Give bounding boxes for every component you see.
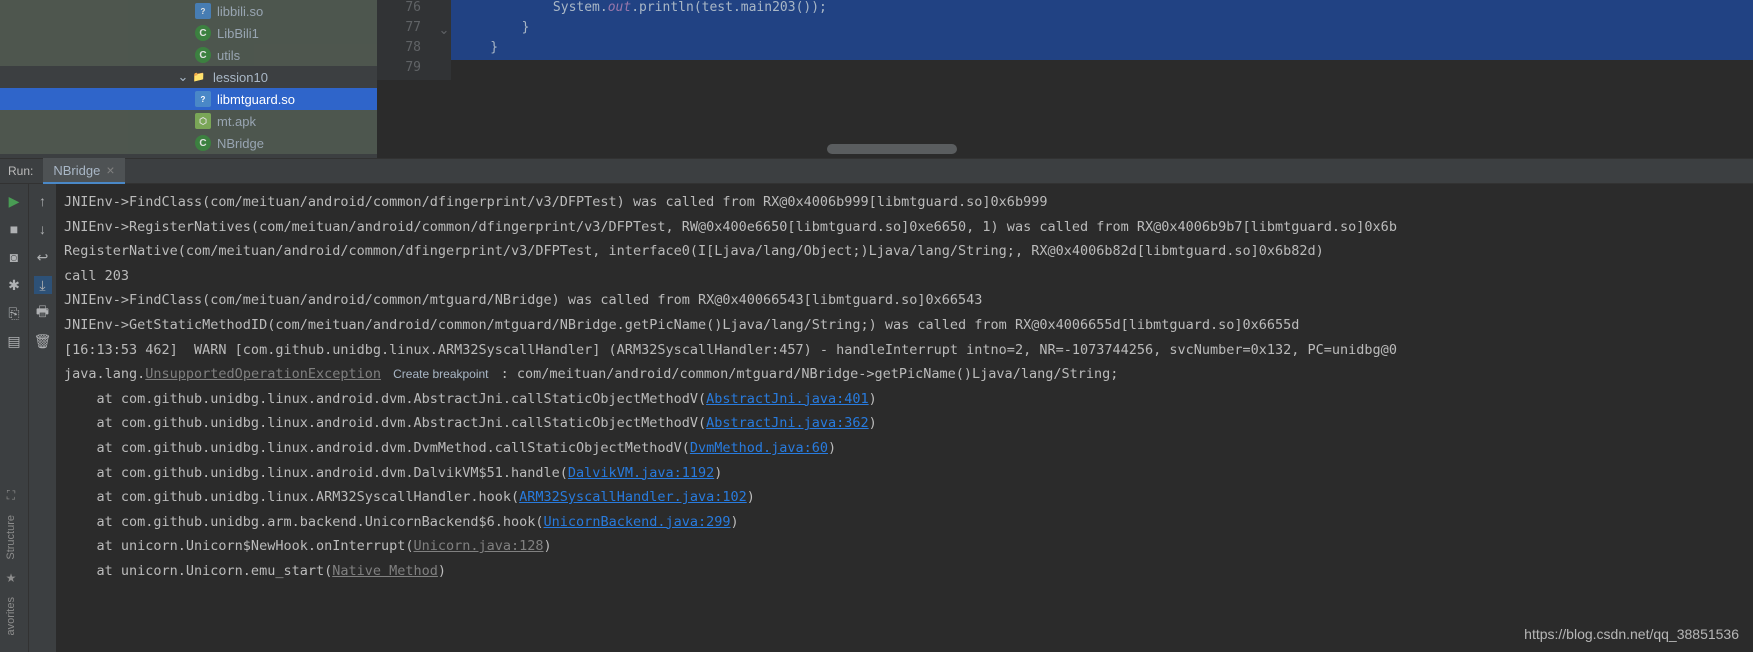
stop-icon[interactable]: ■ bbox=[5, 220, 23, 238]
tree-item-label: mt.apk bbox=[217, 114, 256, 129]
console-line: at com.github.unidbg.linux.android.dvm.A… bbox=[64, 411, 1745, 436]
console-line: at com.github.unidbg.linux.android.dvm.D… bbox=[64, 436, 1745, 461]
code-editor[interactable]: 76 System.out.println(test.main203()); 77… bbox=[377, 0, 1753, 158]
gutter-line-number[interactable]: 78 bbox=[377, 40, 437, 60]
class-icon: C bbox=[195, 25, 211, 41]
so-icon: ? bbox=[195, 3, 211, 19]
console-line: call 203 bbox=[64, 264, 1745, 289]
tree-item-lession10[interactable]: ⌄📁 lession10 bbox=[0, 66, 377, 88]
console-line: JNIEnv->GetStaticMethodID(com/meituan/an… bbox=[64, 313, 1745, 338]
tree-item-label: lession10 bbox=[213, 70, 268, 85]
source-link[interactable]: ARM32SyscallHandler.java:102 bbox=[519, 489, 747, 505]
favorites-tab[interactable]: avorites bbox=[5, 591, 17, 642]
print-icon[interactable]: 🖶 bbox=[34, 304, 52, 322]
debug-icon[interactable]: ✱ bbox=[5, 276, 23, 294]
source-link[interactable]: UnicornBackend.java:299 bbox=[544, 514, 731, 530]
tree-item-libbili1[interactable]: C LibBili1 bbox=[0, 22, 377, 44]
so-icon: ? bbox=[195, 91, 211, 107]
layout-icon[interactable]: ▤ bbox=[5, 332, 23, 350]
tree-item-nbridge[interactable]: C NBridge bbox=[0, 132, 377, 154]
camera-icon[interactable]: ◙ bbox=[5, 248, 23, 266]
source-link[interactable]: AbstractJni.java:401 bbox=[706, 391, 869, 407]
code-line[interactable]: System.out.println(test.main203()); bbox=[451, 0, 1753, 20]
tree-item-label: LibBili1 bbox=[217, 26, 259, 41]
run-toolbar: Run: NBridge × bbox=[0, 158, 1753, 184]
console-line: at com.github.unidbg.arm.backend.Unicorn… bbox=[64, 510, 1745, 535]
console-line: at com.github.unidbg.linux.ARM32SyscallH… bbox=[64, 485, 1745, 510]
left-side-bar: ⛶ Structure ★ avorites bbox=[0, 420, 22, 652]
apk-icon: ⬡ bbox=[195, 113, 211, 129]
structure-icon[interactable]: ⛶ bbox=[4, 489, 18, 503]
console-line: java.lang.UnsupportedOperationException … bbox=[64, 362, 1745, 387]
tree-item-label: libbili.so bbox=[217, 4, 263, 19]
folder-icon: 📁 bbox=[191, 69, 207, 85]
favorites-icon[interactable]: ★ bbox=[4, 571, 18, 585]
class-icon: C bbox=[195, 135, 211, 151]
run-label: Run: bbox=[8, 164, 33, 178]
project-tree[interactable]: ? libbili.so C LibBili1 Cutils ⌄📁 lession10? li… bbox=[0, 0, 377, 158]
tree-item-libmtguard-so[interactable]: ? libmtguard.so bbox=[0, 88, 377, 110]
code-line[interactable]: } bbox=[451, 20, 1753, 40]
scroll-to-end-icon[interactable]: ⤓ bbox=[34, 276, 52, 294]
console-line: at com.github.unidbg.linux.android.dvm.A… bbox=[64, 387, 1745, 412]
console-line: [16:13:53 462] WARN [com.github.unidbg.l… bbox=[64, 338, 1745, 363]
horizontal-scrollbar[interactable] bbox=[827, 144, 957, 154]
gutter-line-number[interactable]: 77 bbox=[377, 20, 437, 40]
source-link[interactable]: DvmMethod.java:60 bbox=[690, 440, 828, 456]
console-output[interactable]: JNIEnv->FindClass(com/meituan/android/co… bbox=[56, 184, 1753, 652]
run-tool-column-2: ↑ ↓ ↩ ⤓ 🖶 🗑 bbox=[28, 184, 56, 652]
console-line: JNIEnv->RegisterNatives(com/meituan/andr… bbox=[64, 215, 1745, 240]
gutter-line-number[interactable]: 79 bbox=[377, 60, 437, 80]
console-line: at unicorn.Unicorn.emu_start(Native Meth… bbox=[64, 559, 1745, 584]
watermark: https://blog.csdn.net/qq_38851536 bbox=[1524, 626, 1739, 642]
exit-icon[interactable]: ⎘ bbox=[5, 304, 23, 322]
tree-item-mt-apk[interactable]: ⬡ mt.apk bbox=[0, 110, 377, 132]
run-tab[interactable]: NBridge × bbox=[43, 158, 124, 184]
exception-link[interactable]: UnsupportedOperationException bbox=[145, 366, 381, 382]
create-breakpoint-action[interactable]: Create breakpoint bbox=[389, 367, 492, 381]
tree-item-label: libmtguard.so bbox=[217, 92, 295, 107]
up-icon[interactable]: ↑ bbox=[34, 192, 52, 210]
tree-item-utils[interactable]: Cutils bbox=[0, 44, 377, 66]
tree-item-label: NBridge bbox=[217, 136, 264, 151]
gutter-line-number[interactable]: 76 bbox=[377, 0, 437, 20]
class-icon: C bbox=[195, 47, 211, 63]
chevron-down-icon[interactable]: ⌄ bbox=[175, 69, 191, 85]
source-link[interactable]: Unicorn.java:128 bbox=[414, 538, 544, 554]
run-icon[interactable]: ▶ bbox=[5, 192, 23, 210]
tree-item-libbili-so[interactable]: ? libbili.so bbox=[0, 0, 377, 22]
code-line[interactable]: } bbox=[451, 40, 1753, 60]
gutter-marker[interactable] bbox=[437, 60, 451, 80]
console-line: at unicorn.Unicorn$NewHook.onInterrupt(U… bbox=[64, 534, 1745, 559]
source-link[interactable]: Native Method bbox=[332, 563, 438, 579]
gutter-marker[interactable] bbox=[437, 0, 451, 20]
code-line[interactable] bbox=[451, 60, 1753, 80]
trash-icon[interactable]: 🗑 bbox=[34, 332, 52, 350]
console-line: at com.github.unidbg.linux.android.dvm.D… bbox=[64, 461, 1745, 486]
structure-tab[interactable]: Structure bbox=[5, 509, 17, 566]
gutter-marker[interactable] bbox=[437, 40, 451, 60]
console-line: RegisterNative(com/meituan/android/commo… bbox=[64, 239, 1745, 264]
console-line: JNIEnv->FindClass(com/meituan/android/co… bbox=[64, 190, 1745, 215]
down-icon[interactable]: ↓ bbox=[34, 220, 52, 238]
console-line: JNIEnv->FindClass(com/meituan/android/co… bbox=[64, 288, 1745, 313]
source-link[interactable]: AbstractJni.java:362 bbox=[706, 415, 869, 431]
source-link[interactable]: DalvikVM.java:1192 bbox=[568, 465, 714, 481]
run-tab-label: NBridge bbox=[53, 163, 100, 178]
tree-item-label: utils bbox=[217, 48, 240, 63]
gutter-marker[interactable]: ⌄ bbox=[437, 20, 451, 40]
close-icon[interactable]: × bbox=[106, 162, 114, 178]
soft-wrap-icon[interactable]: ↩ bbox=[34, 248, 52, 266]
